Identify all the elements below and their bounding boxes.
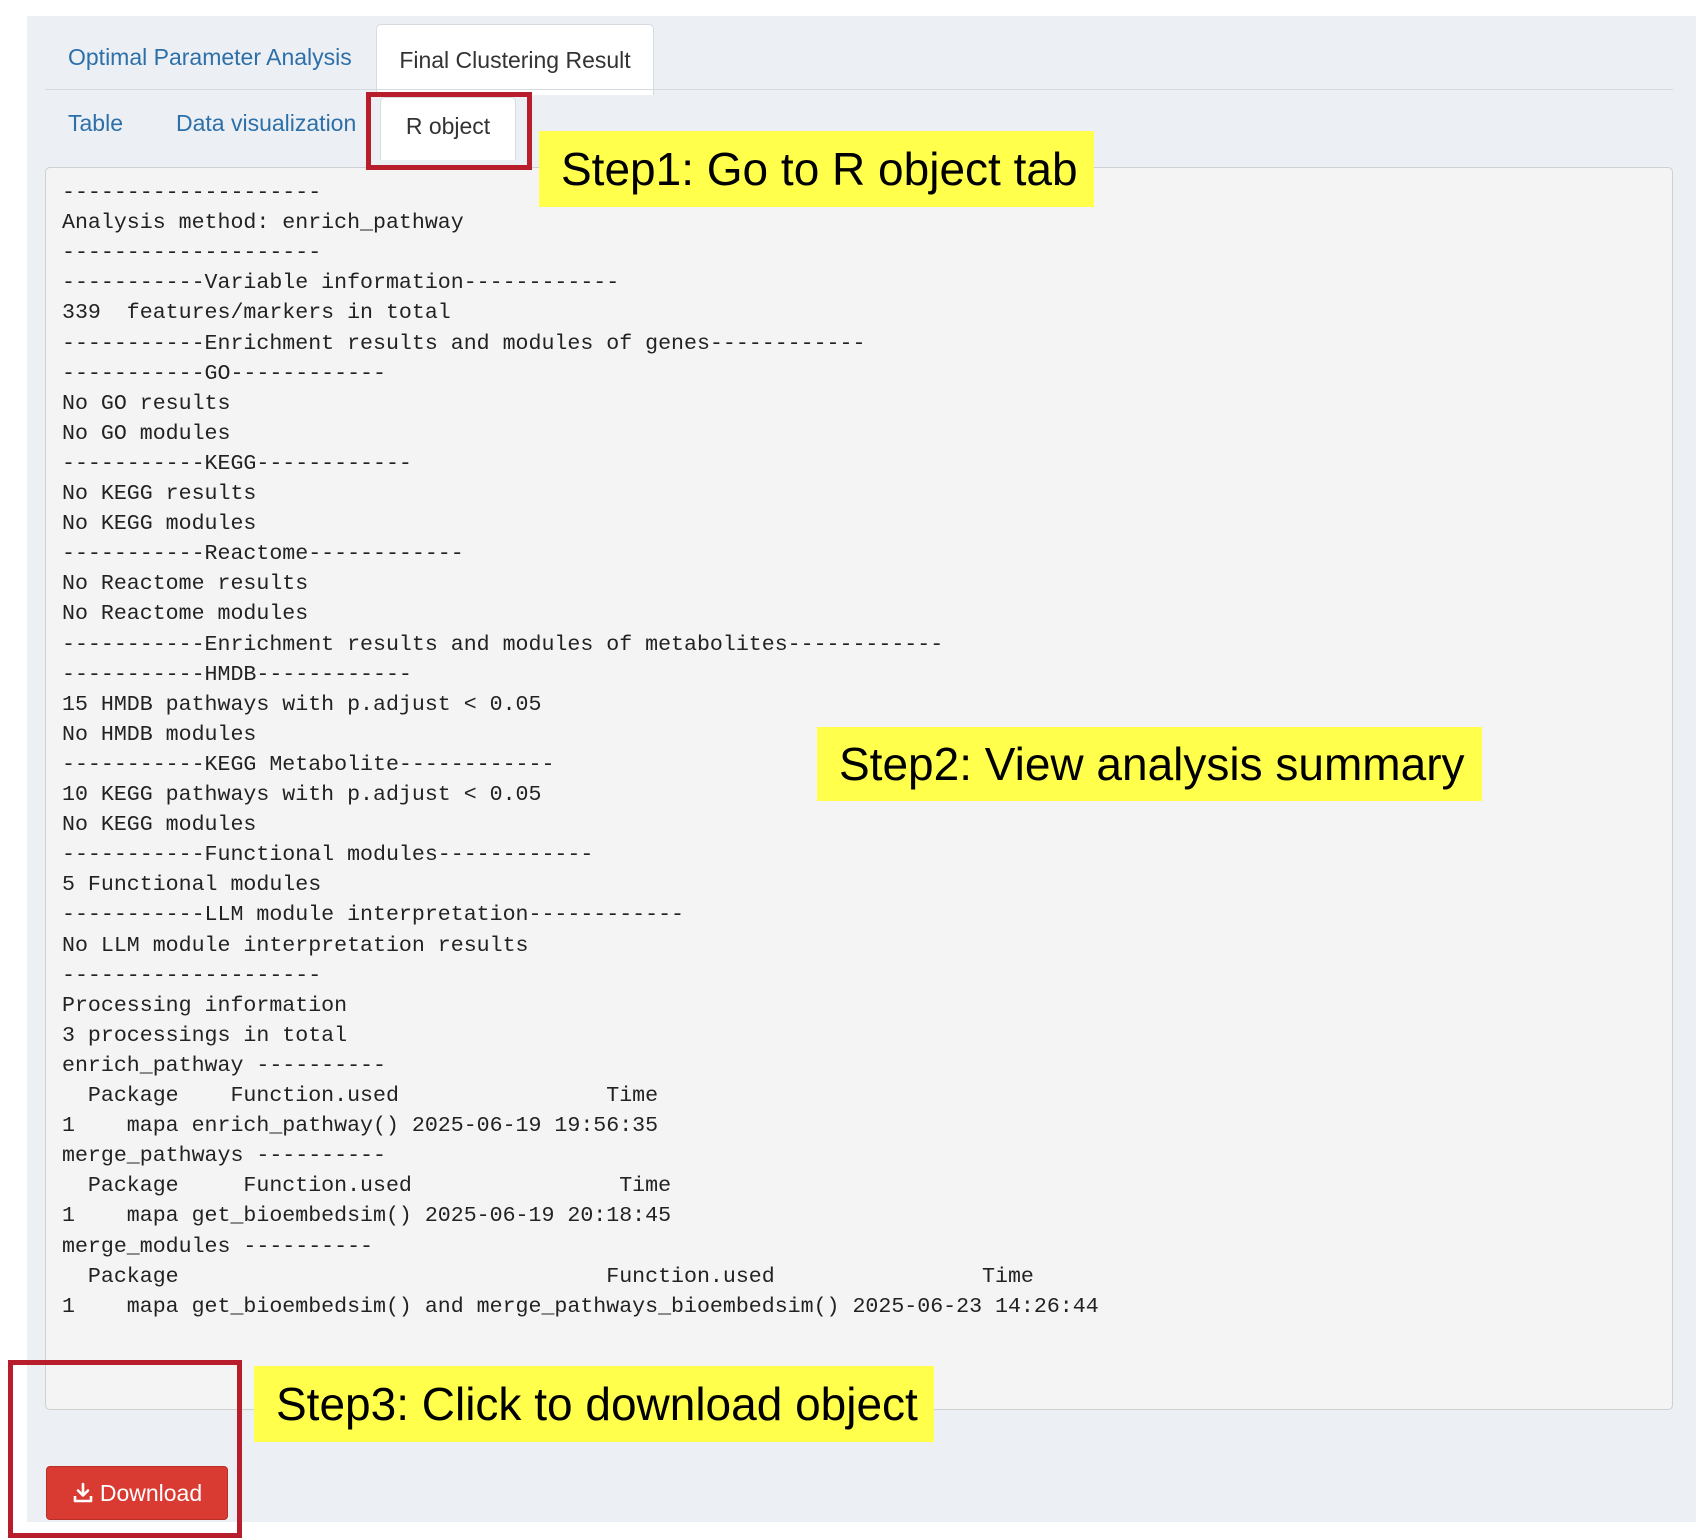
- output-line: No Reactome modules: [62, 602, 309, 627]
- output-line: 3 processings in total: [62, 1023, 348, 1048]
- output-line: -----------Enrichment results and module…: [62, 331, 866, 356]
- output-line: -----------KEGG------------: [62, 451, 412, 476]
- output-line: -----------Variable information---------…: [62, 271, 620, 296]
- subtab-table[interactable]: Table: [68, 88, 123, 158]
- output-line: Package Function.used Time: [62, 1084, 659, 1108]
- output-line: No LLM module interpretation results: [62, 933, 529, 958]
- output-line: 5 Functional modules: [62, 873, 322, 898]
- output-line: No KEGG modules: [62, 512, 257, 537]
- highlight-box-r-object-tab: [366, 92, 532, 170]
- output-line: 1 mapa get_bioembedsim() and merge_pathw…: [62, 1294, 1099, 1319]
- output-line: Package Function.used Time: [62, 1264, 1034, 1289]
- output-line: -----------Reactome------------: [62, 542, 464, 567]
- output-line: -----------GO------------: [62, 361, 386, 386]
- output-line: No HMDB modules: [62, 722, 257, 747]
- output-line: No GO modules: [62, 421, 231, 446]
- output-line: Processing information: [62, 993, 348, 1018]
- output-line: 1 mapa get_bioembedsim() 2025-06-19 20:1…: [62, 1204, 672, 1229]
- output-line: merge_modules ----------: [62, 1234, 374, 1259]
- subtab-data-visualization[interactable]: Data visualization: [176, 88, 356, 158]
- output-line: -----------Enrichment results and module…: [62, 632, 944, 657]
- output-line: -----------Functional modules-----------…: [62, 843, 594, 868]
- output-line: 1 mapa enrich_pathway() 2025-06-19 19:56…: [62, 1114, 659, 1139]
- step1-callout: Step1: Go to R object tab: [539, 131, 1094, 207]
- output-line: Analysis method: enrich_pathway: [62, 211, 464, 236]
- tab-optimal-parameter-analysis[interactable]: Optimal Parameter Analysis: [68, 22, 352, 92]
- output-line: No KEGG modules: [62, 813, 257, 838]
- output-line: --------------------: [62, 181, 322, 205]
- output-line: No Reactome results: [62, 572, 309, 597]
- output-line: -----------LLM module interpretation----…: [62, 903, 685, 928]
- output-line: enrich_pathway ----------: [62, 1053, 386, 1078]
- output-line: -----------HMDB------------: [62, 662, 412, 687]
- highlight-box-download: [8, 1360, 242, 1538]
- output-line: merge_pathways ----------: [62, 1144, 386, 1169]
- step3-callout: Step3: Click to download object: [254, 1366, 934, 1442]
- step2-callout: Step2: View analysis summary: [817, 727, 1482, 801]
- output-line: 10 KEGG pathways with p.adjust < 0.05: [62, 783, 542, 807]
- tab-final-clustering-result[interactable]: Final Clustering Result: [376, 24, 654, 95]
- output-line: No KEGG results: [62, 482, 257, 506]
- output-line: --------------------: [62, 241, 322, 266]
- output-line: --------------------: [62, 963, 322, 988]
- output-line: 339 features/markers in total: [62, 301, 451, 326]
- output-line: 15 HMDB pathways with p.adjust < 0.05: [62, 692, 542, 717]
- output-line: -----------KEGG Metabolite------------: [62, 752, 555, 777]
- output-line: No GO results: [62, 391, 231, 416]
- output-line: Package Function.used Time: [62, 1174, 672, 1199]
